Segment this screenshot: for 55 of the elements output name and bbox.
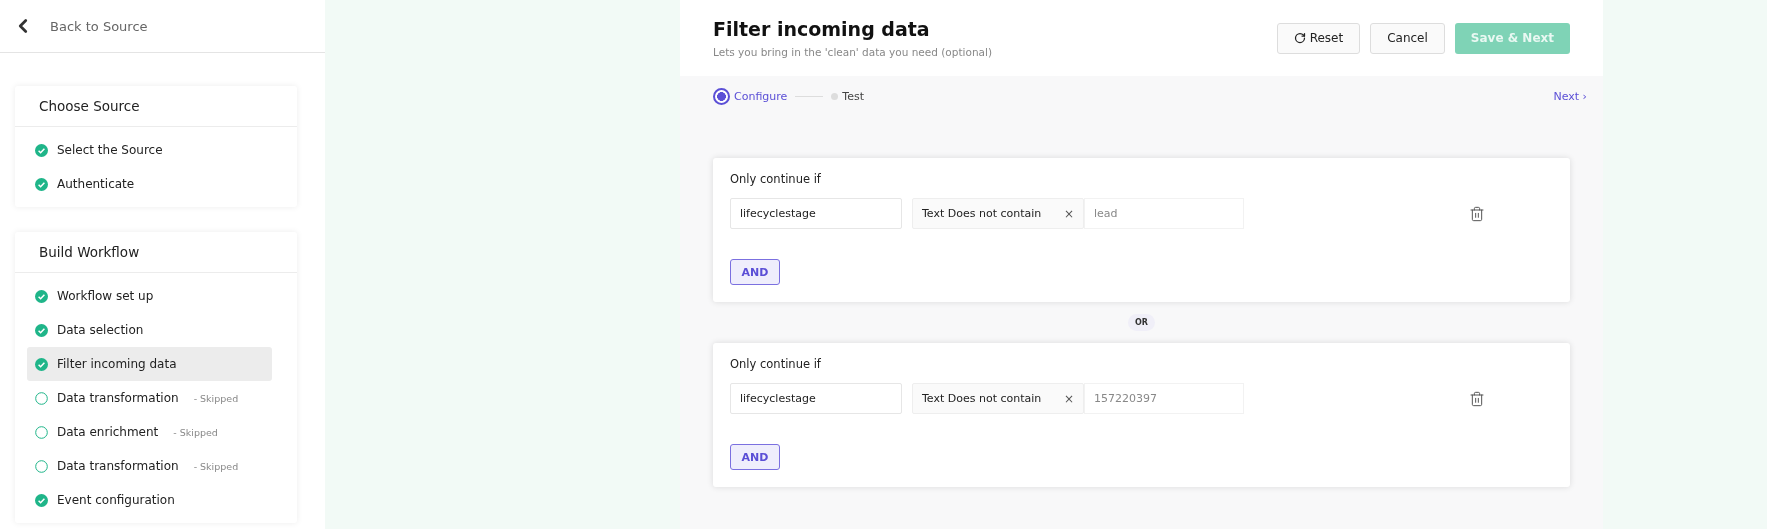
empty-circle-icon xyxy=(35,391,48,405)
or-separator: OR xyxy=(1128,314,1155,331)
item-label: Event configuration xyxy=(57,493,175,507)
item-label: Data enrichment xyxy=(57,425,159,439)
and-button[interactable]: AND xyxy=(730,444,780,470)
trash-icon[interactable] xyxy=(1469,390,1485,407)
next-link[interactable]: Next › xyxy=(1553,89,1587,103)
filter-title: Only continue if xyxy=(730,172,822,186)
check-circle-icon xyxy=(35,143,48,157)
check-circle-icon xyxy=(35,177,48,191)
operator-select[interactable]: Text Does not contain × xyxy=(912,383,1084,414)
empty-circle-icon xyxy=(35,459,48,473)
filter-title: Only continue if xyxy=(730,357,822,371)
stepper-step[interactable]: Configure xyxy=(713,87,788,105)
item-label: Workflow set up xyxy=(57,289,154,303)
item-label: Filter incoming data xyxy=(57,357,177,371)
back-link-label: Back to Source xyxy=(50,18,148,34)
skipped-note: - Skipped xyxy=(193,392,239,404)
sidebar-item[interactable]: Select the Source xyxy=(27,133,272,167)
sidebar-item[interactable]: Data transformation - Skipped xyxy=(27,449,272,483)
check-circle-icon xyxy=(35,289,48,303)
sidebar-item[interactable]: Authenticate xyxy=(27,167,272,201)
check-circle-icon xyxy=(35,357,48,371)
item-label: Authenticate xyxy=(57,177,135,191)
skipped-note: - Skipped xyxy=(173,426,218,438)
reset-button[interactable]: Reset xyxy=(1276,22,1361,54)
trash-icon[interactable] xyxy=(1469,205,1485,222)
skipped-note: - Skipped xyxy=(193,460,239,472)
item-label: Data selection xyxy=(57,323,144,337)
check-circle-icon xyxy=(35,323,48,337)
sidebar-item[interactable]: Filter incoming data xyxy=(27,347,272,381)
and-button[interactable]: AND xyxy=(730,259,780,285)
sidebar-item[interactable]: Data enrichment - Skipped xyxy=(27,415,272,449)
sidebar-item[interactable]: Event configuration xyxy=(27,483,272,517)
page-subtitle: Lets you bring in the 'clean' data you need (optional) xyxy=(713,46,992,59)
check-circle-icon xyxy=(35,493,48,507)
sidebar-item[interactable]: Data selection xyxy=(27,313,272,347)
stepper-step[interactable]: Test xyxy=(831,89,864,103)
empty-circle-icon xyxy=(35,425,48,439)
sidebar-item[interactable]: Workflow set up xyxy=(27,279,272,313)
sidebar-item[interactable]: Data transformation - Skipped xyxy=(27,381,272,415)
section-title: Build Workflow xyxy=(15,232,297,273)
back-link[interactable]: Back to Source xyxy=(0,0,325,53)
refresh-icon xyxy=(1293,32,1306,45)
item-label: Data transformation xyxy=(57,459,179,473)
value-field[interactable]: 157220397 xyxy=(1084,383,1244,414)
value-field[interactable]: lead xyxy=(1084,198,1244,229)
operator-select[interactable]: Text Does not contain × xyxy=(912,198,1084,229)
item-label: Data transformation xyxy=(57,391,179,405)
field-select[interactable]: lifecyclestage xyxy=(730,198,902,229)
field-select[interactable]: lifecyclestage xyxy=(730,383,902,414)
section-title: Choose Source xyxy=(15,86,297,127)
page-title: Filter incoming data xyxy=(713,18,931,41)
item-label: Select the Source xyxy=(57,143,163,157)
cancel-button[interactable]: Cancel xyxy=(1370,22,1445,54)
